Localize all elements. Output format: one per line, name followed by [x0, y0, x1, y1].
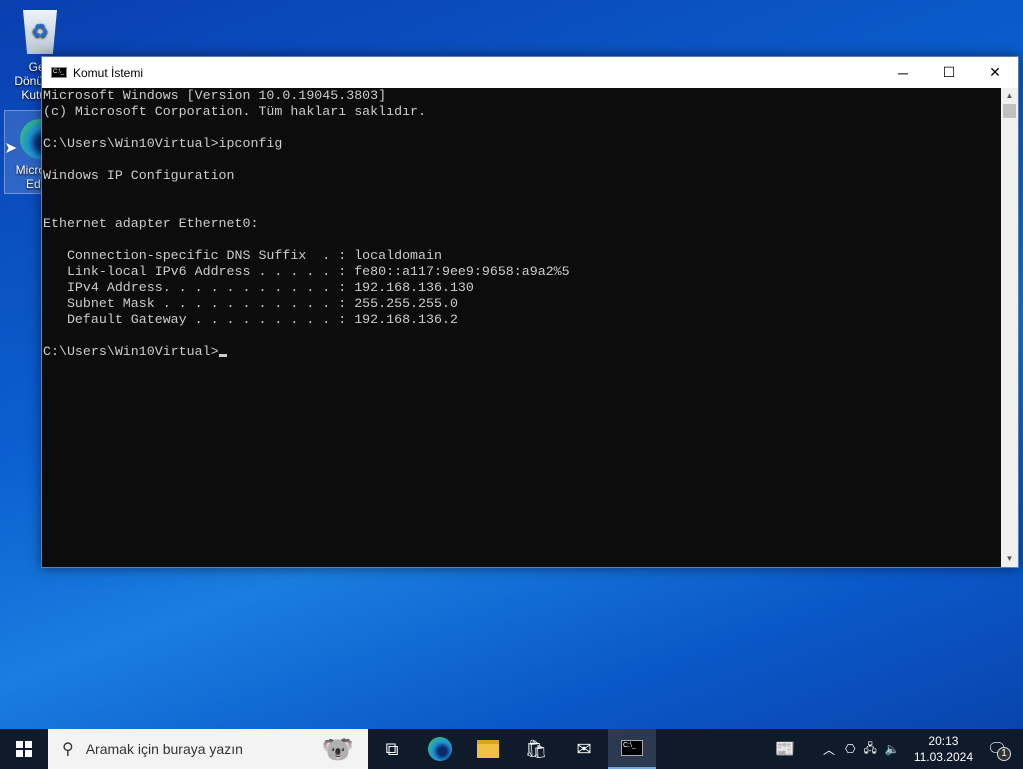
mail-icon: ✉	[576, 739, 591, 760]
vertical-scrollbar[interactable]: ▲ ▼	[1001, 88, 1018, 567]
scroll-down-icon[interactable]: ▼	[1001, 551, 1018, 567]
show-hidden-icons-icon[interactable]: ︿	[823, 741, 835, 758]
start-button[interactable]	[0, 729, 48, 769]
terminal-line: Default Gateway . . . . . . . . . : 192.…	[43, 312, 1001, 328]
command-prompt-window[interactable]: C:\_ Komut İstemi ─ ☐ ✕ Microsoft Window…	[41, 56, 1019, 568]
notification-button[interactable]: 🗨 1	[987, 739, 1023, 759]
task-view-icon: ⧉	[386, 739, 399, 760]
date: 11.03.2024	[914, 749, 973, 765]
terminal-line: Subnet Mask . . . . . . . . . . . : 255.…	[43, 296, 1001, 312]
taskbar-file-explorer[interactable]	[464, 729, 512, 769]
cmd-icon: C:\_	[621, 740, 643, 756]
terminal-line	[43, 328, 1001, 344]
news-icon[interactable]: 📰	[775, 739, 795, 759]
taskbar: ⚲ Aramak için buraya yazın 🐨 ⧉ 🛍 ✉ C:\_ …	[0, 729, 1023, 769]
terminal-line	[43, 200, 1001, 216]
terminal-line	[43, 184, 1001, 200]
store-icon: 🛍	[525, 739, 548, 760]
title-bar[interactable]: C:\_ Komut İstemi ─ ☐ ✕	[42, 57, 1018, 88]
terminal-line	[43, 232, 1001, 248]
volume-icon[interactable]: 🔈	[885, 742, 900, 756]
terminal-line: IPv4 Address. . . . . . . . . . . : 192.…	[43, 280, 1001, 296]
search-box[interactable]: ⚲ Aramak için buraya yazın 🐨	[48, 729, 368, 769]
terminal-line: C:\Users\Win10Virtual>ipconfig	[43, 136, 1001, 152]
taskbar-mail[interactable]: ✉	[560, 729, 608, 769]
notification-badge: 1	[997, 747, 1011, 761]
meet-now-icon[interactable]: ⎔	[845, 742, 855, 756]
network-icon[interactable]: 🖧	[863, 739, 876, 760]
recycle-bin-icon: ♻	[23, 10, 57, 54]
time: 20:13	[914, 733, 973, 749]
scrollbar-thumb[interactable]	[1003, 104, 1016, 118]
taskbar-edge[interactable]	[416, 729, 464, 769]
window-title: Komut İstemi	[73, 66, 143, 80]
terminal-line: Windows IP Configuration	[43, 168, 1001, 184]
search-input[interactable]: Aramak için buraya yazın	[86, 741, 243, 757]
windows-icon	[16, 741, 32, 757]
terminal-line: Link-local IPv6 Address . . . . . : fe80…	[43, 264, 1001, 280]
koala-icon: 🐨	[322, 734, 354, 765]
terminal-line	[43, 120, 1001, 136]
terminal-line: Connection-specific DNS Suffix . : local…	[43, 248, 1001, 264]
terminal-line: Microsoft Windows [Version 10.0.19045.38…	[43, 88, 1001, 104]
task-view-button[interactable]: ⧉	[368, 729, 416, 769]
clock[interactable]: 20:13 11.03.2024	[914, 733, 973, 765]
edge-icon	[428, 737, 452, 761]
text-cursor	[219, 354, 227, 357]
taskbar-store[interactable]: 🛍	[512, 729, 560, 769]
terminal-line: C:\Users\Win10Virtual>	[43, 344, 1001, 360]
terminal-line: Ethernet adapter Ethernet0:	[43, 216, 1001, 232]
close-button[interactable]: ✕	[972, 57, 1018, 88]
terminal-output[interactable]: Microsoft Windows [Version 10.0.19045.38…	[42, 88, 1001, 567]
cmd-icon: C:\_	[51, 67, 67, 78]
minimize-button[interactable]: ─	[880, 57, 926, 88]
terminal-line: (c) Microsoft Corporation. Tüm hakları s…	[43, 104, 1001, 120]
terminal-line	[43, 152, 1001, 168]
maximize-button[interactable]: ☐	[926, 57, 972, 88]
search-icon: ⚲	[62, 739, 74, 759]
taskbar-command-prompt[interactable]: C:\_	[608, 729, 656, 769]
scroll-up-icon[interactable]: ▲	[1001, 88, 1018, 104]
mouse-cursor-icon: ➤	[4, 138, 17, 158]
folder-icon	[477, 740, 499, 758]
